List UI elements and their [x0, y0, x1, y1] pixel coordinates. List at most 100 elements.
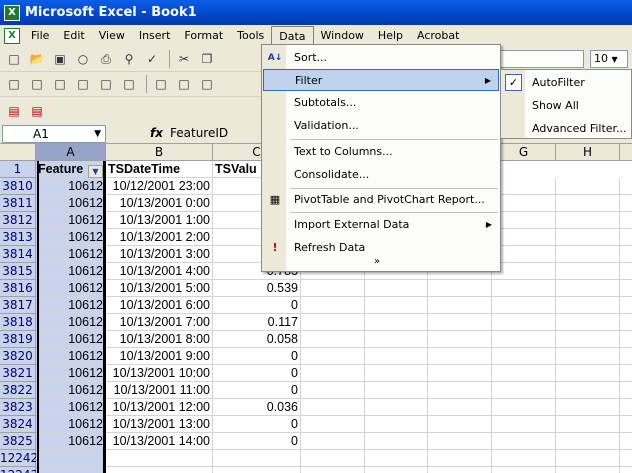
table-cell-empty[interactable]: [428, 433, 492, 450]
table-cell-empty[interactable]: [365, 467, 428, 473]
table-cell-tsdatetime[interactable]: 10/13/2001 3:00: [106, 246, 213, 263]
table-cell-empty[interactable]: [301, 314, 365, 331]
table-cell-empty[interactable]: [492, 348, 556, 365]
row-header[interactable]: 3823: [0, 399, 36, 416]
table-cell-empty[interactable]: [492, 229, 556, 246]
menu-item-consolidate[interactable]: Consolidate...: [263, 164, 499, 186]
table-cell-empty[interactable]: [428, 314, 492, 331]
table-cell-empty[interactable]: [556, 348, 620, 365]
spelling-icon[interactable]: ✓: [142, 49, 162, 69]
table-cell-empty[interactable]: [620, 195, 632, 212]
select-all-corner[interactable]: [0, 144, 36, 161]
table-cell-feature[interactable]: 10612: [36, 416, 106, 433]
submenu-item-advanced-filter[interactable]: Advanced Filter...: [501, 117, 632, 140]
row-header[interactable]: 3812: [0, 212, 36, 229]
table-cell-empty[interactable]: [556, 212, 620, 229]
table-cell-feature[interactable]: 10612: [36, 433, 106, 450]
menu-item-pivottable[interactable]: ▦ PivotTable and PivotChart Report...: [263, 189, 499, 211]
table-cell-empty[interactable]: [620, 399, 632, 416]
row-header[interactable]: 1: [0, 161, 36, 178]
column-header-g[interactable]: G: [492, 144, 556, 161]
table-cell-empty[interactable]: [620, 433, 632, 450]
table-cell-empty[interactable]: [428, 280, 492, 297]
table-cell-empty[interactable]: [301, 467, 365, 473]
autofilter-dropdown-icon[interactable]: ▼: [88, 165, 103, 178]
menu-item-refresh-data[interactable]: ! Refresh Data: [263, 237, 499, 259]
table-cell-empty[interactable]: [428, 331, 492, 348]
column-header-h[interactable]: H: [556, 144, 620, 161]
row-header[interactable]: 3813: [0, 229, 36, 246]
table-cell-tsdatetime[interactable]: [106, 450, 213, 467]
table-cell-empty[interactable]: [556, 178, 620, 195]
pdf-convert-icon[interactable]: ▤: [4, 101, 24, 121]
name-box[interactable]: A1 ▼: [2, 125, 106, 143]
table-cell-empty[interactable]: [620, 212, 632, 229]
table-cell-empty[interactable]: [365, 297, 428, 314]
table-cell-tsdatetime[interactable]: 10/13/2001 7:00: [106, 314, 213, 331]
table-cell-empty[interactable]: [492, 331, 556, 348]
table-cell-empty[interactable]: [556, 246, 620, 263]
workbook-icon[interactable]: X: [4, 28, 20, 44]
table-cell-empty[interactable]: [620, 314, 632, 331]
table-cell-tsdatetime[interactable]: 10/13/2001 8:00: [106, 331, 213, 348]
table-cell-empty[interactable]: [620, 331, 632, 348]
row-header[interactable]: 3815: [0, 263, 36, 280]
column-header-b[interactable]: B: [106, 144, 213, 161]
table-cell-tsvalue[interactable]: 0: [213, 365, 301, 382]
table-cell-empty[interactable]: [492, 433, 556, 450]
table-cell-empty[interactable]: [492, 467, 556, 473]
table-cell-tsdatetime[interactable]: 10/12/2001 23:00: [106, 178, 213, 195]
table-cell-empty[interactable]: [556, 416, 620, 433]
table-cell-feature[interactable]: 10612: [36, 195, 106, 212]
pdf-options-icon[interactable]: ▤: [27, 101, 47, 121]
menu-item-import-external-data[interactable]: Import External Data ▶: [263, 214, 499, 236]
table-cell-tsvalue[interactable]: [213, 450, 301, 467]
table-cell-tsdatetime[interactable]: 10/13/2001 14:00: [106, 433, 213, 450]
menu-item-filter[interactable]: Filter ▶: [263, 69, 499, 91]
table-cell-tsvalue[interactable]: [213, 467, 301, 473]
menu-item-subtotals[interactable]: Subtotals...: [263, 92, 499, 114]
insert-function-icon[interactable]: fx: [150, 126, 163, 140]
table-cell-empty[interactable]: [492, 314, 556, 331]
table-cell-tsvalue[interactable]: 0.117: [213, 314, 301, 331]
table-cell-empty[interactable]: [492, 263, 556, 280]
menu-view[interactable]: View: [92, 26, 132, 46]
table-cell-empty[interactable]: [365, 416, 428, 433]
menu-window[interactable]: Window: [314, 26, 371, 46]
table-cell-empty[interactable]: [556, 280, 620, 297]
row-header[interactable]: 3818: [0, 314, 36, 331]
table-cell-empty[interactable]: [620, 280, 632, 297]
table-cell-tsvalue[interactable]: 0.036: [213, 399, 301, 416]
table-cell-tsvalue[interactable]: 0: [213, 416, 301, 433]
table-cell-empty[interactable]: [428, 416, 492, 433]
new-icon[interactable]: □: [4, 49, 24, 69]
row-header[interactable]: 3822: [0, 382, 36, 399]
table-cell-tsdatetime[interactable]: 10/13/2001 0:00: [106, 195, 213, 212]
table-cell-empty[interactable]: [556, 467, 620, 473]
review-icon-7[interactable]: □: [151, 74, 171, 94]
table-cell-empty[interactable]: [428, 297, 492, 314]
table-cell-empty[interactable]: [620, 467, 632, 473]
table-cell-empty[interactable]: [365, 348, 428, 365]
row-header[interactable]: 3817: [0, 297, 36, 314]
table-cell-tsdatetime[interactable]: 10/13/2001 6:00: [106, 297, 213, 314]
table-cell-empty[interactable]: [620, 246, 632, 263]
table-cell-empty[interactable]: [492, 450, 556, 467]
row-header[interactable]: 3811: [0, 195, 36, 212]
table-cell-feature[interactable]: 10612: [36, 229, 106, 246]
table-cell-empty[interactable]: [301, 331, 365, 348]
table-cell-empty[interactable]: [556, 399, 620, 416]
row-header[interactable]: 3821: [0, 365, 36, 382]
table-cell-empty[interactable]: [556, 263, 620, 280]
table-cell-empty[interactable]: [556, 382, 620, 399]
table-cell-empty[interactable]: [428, 382, 492, 399]
table-cell-tsdatetime[interactable]: 10/13/2001 1:00: [106, 212, 213, 229]
open-icon[interactable]: 📂: [27, 49, 47, 69]
table-cell-empty[interactable]: [620, 416, 632, 433]
table-cell-feature[interactable]: 10612: [36, 280, 106, 297]
table-cell-empty[interactable]: [365, 450, 428, 467]
table-cell-empty[interactable]: [620, 348, 632, 365]
table-cell-empty[interactable]: [428, 467, 492, 473]
table-cell-empty[interactable]: [492, 297, 556, 314]
menu-data[interactable]: Data: [271, 26, 314, 46]
